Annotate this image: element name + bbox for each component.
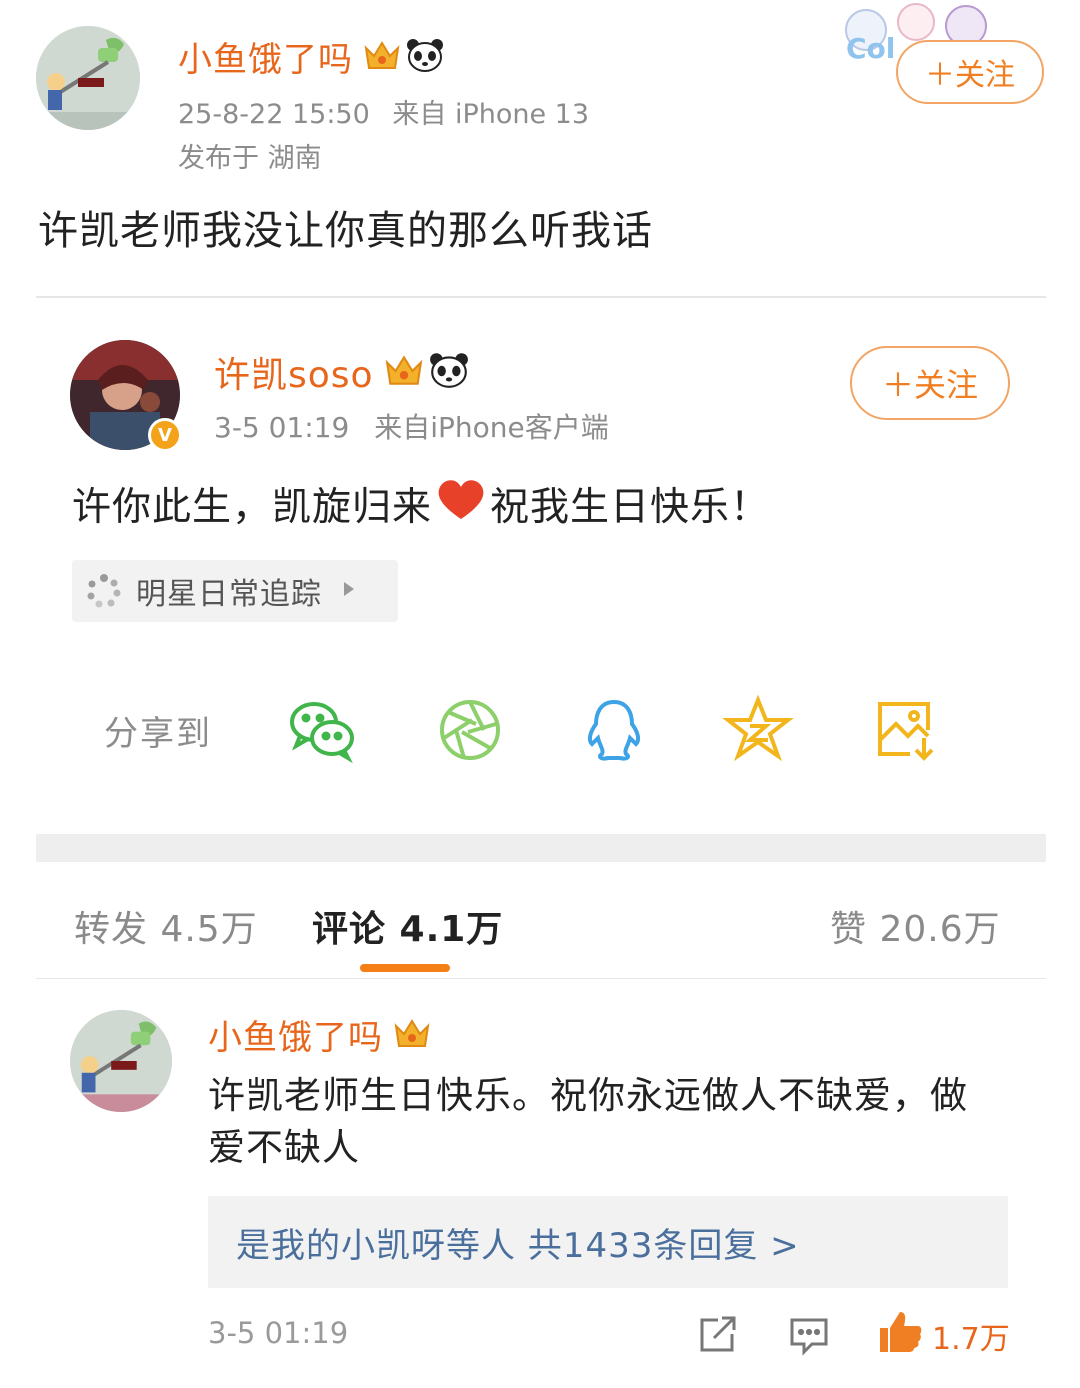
tabs-divider xyxy=(36,978,1046,979)
tab-comment[interactable]: 评论 4.1万 xyxy=(312,900,503,952)
vip-crown-icon xyxy=(384,352,424,392)
comment-time: 3-5 01:19 xyxy=(208,1316,349,1350)
post-divider xyxy=(36,296,1046,298)
like-thumb-icon[interactable] xyxy=(876,1308,924,1356)
like-count: 1.7万 xyxy=(932,1322,1010,1357)
reply-summary-box[interactable]: 是我的小凯呀等人 共1433条回复 > xyxy=(208,1196,1008,1288)
original-timestamp: 3-5 01:19 xyxy=(214,411,350,444)
share-label: 分享到 xyxy=(104,714,212,754)
original-follow-button[interactable]: ＋关注 xyxy=(850,346,1010,420)
comment-username[interactable]: 小鱼饿了吗 xyxy=(208,1010,383,1059)
wechat-icon[interactable] xyxy=(286,694,358,766)
vip-crown-icon xyxy=(393,1016,431,1054)
post-source: 来自 iPhone 13 xyxy=(392,99,590,130)
original-text-before: 许你此生，凯旋归来 xyxy=(72,485,433,530)
chevron-right-icon xyxy=(342,580,356,602)
comment-icon[interactable] xyxy=(788,1314,830,1356)
topic-label: 明星日常追踪 xyxy=(136,577,322,612)
post-text: 许凯老师我没让你真的那么听我话 xyxy=(38,208,653,254)
section-separator xyxy=(36,834,1046,862)
topic-chip[interactable]: 明星日常追踪 xyxy=(72,560,398,622)
topic-loading-icon xyxy=(86,573,122,609)
user-avatar[interactable] xyxy=(36,26,140,130)
sticker-text: Col xyxy=(846,32,895,65)
panda-badge-icon xyxy=(405,37,445,77)
comment-text: 许凯老师生日快乐。祝你永远做人不缺爱，做爱不缺人 xyxy=(208,1074,968,1169)
post-location: 发布于 湖南 xyxy=(178,143,322,174)
original-source: 来自iPhone客户端 xyxy=(374,411,609,444)
qq-icon[interactable] xyxy=(578,694,650,766)
vip-crown-icon xyxy=(363,38,401,76)
original-user-avatar[interactable]: V xyxy=(70,340,182,452)
tab-like[interactable]: 赞 20.6万 xyxy=(830,900,1001,952)
heart-icon xyxy=(436,477,486,531)
qzone-icon[interactable] xyxy=(722,694,794,766)
tab-repost[interactable]: 转发 4.5万 xyxy=(74,900,258,952)
post-timestamp: 25-8-22 15:50 xyxy=(178,99,370,130)
original-username[interactable]: 许凯soso xyxy=(214,346,374,398)
verified-badge-icon: V xyxy=(148,418,182,452)
comment-user-avatar[interactable] xyxy=(70,1010,172,1112)
original-text: 许你此生，凯旋归来 祝我生日快乐！ xyxy=(72,476,770,532)
moments-icon[interactable] xyxy=(434,694,506,766)
post-username[interactable]: 小鱼饿了吗 xyxy=(178,32,353,81)
original-text-after: 祝我生日快乐！ xyxy=(490,485,771,530)
reply-summary[interactable]: 是我的小凯呀等人 共1433条回复 > xyxy=(236,1218,800,1267)
follow-button[interactable]: ＋关注 xyxy=(896,40,1044,104)
panda-badge-icon xyxy=(428,351,470,393)
share-icon[interactable] xyxy=(696,1314,738,1356)
save-image-icon[interactable] xyxy=(870,694,942,766)
active-tab-indicator xyxy=(360,964,450,972)
